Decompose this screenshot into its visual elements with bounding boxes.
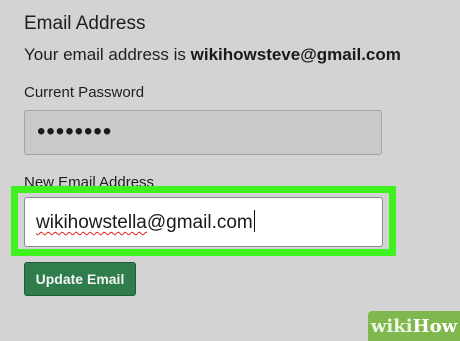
email-settings-panel: Email Address Your email address is wiki… — [0, 0, 460, 341]
email-domain: @gmail.com — [146, 212, 253, 233]
current-password-field[interactable]: •••••••• — [24, 110, 382, 155]
watermark-how: How — [412, 315, 458, 337]
new-email-value: wikihowstella@gmail.com — [36, 210, 255, 234]
update-email-button[interactable]: Update Email — [24, 262, 136, 296]
new-email-input[interactable]: wikihowstella@gmail.com — [24, 197, 383, 247]
current-email-value: wikihowsteve@gmail.com — [190, 45, 401, 64]
wikihow-watermark: wiki How — [368, 311, 460, 341]
spellcheck-flagged-username: wikihowstella — [36, 212, 147, 233]
current-email-prefix: Your email address is — [24, 45, 191, 64]
current-email-statement: Your email address is wikihowsteve@gmail… — [24, 45, 401, 65]
text-cursor — [253, 210, 255, 232]
password-masked-value: •••••••• — [37, 117, 113, 145]
watermark-wiki: wiki — [370, 315, 413, 337]
section-heading: Email Address — [24, 13, 146, 34]
current-password-label: Current Password — [24, 84, 145, 101]
